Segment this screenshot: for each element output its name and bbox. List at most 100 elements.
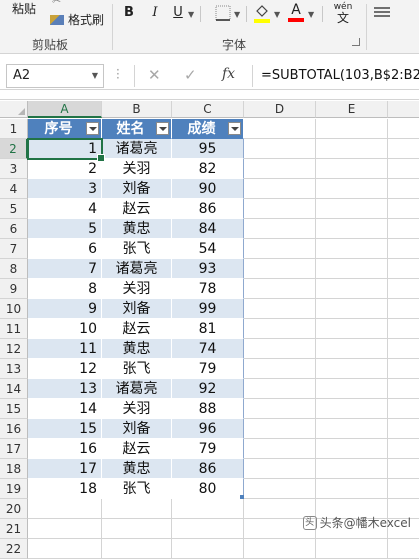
empty-cell[interactable] xyxy=(316,159,388,179)
serial-cell[interactable]: 7 xyxy=(28,259,102,279)
empty-cell[interactable] xyxy=(244,439,316,459)
empty-cell[interactable] xyxy=(102,499,172,519)
row-header[interactable]: 16 xyxy=(0,419,28,439)
row-header[interactable]: 5 xyxy=(0,199,28,219)
empty-cell[interactable] xyxy=(28,499,102,519)
score-cell[interactable]: 86 xyxy=(172,199,244,219)
serial-cell[interactable]: 17 xyxy=(28,459,102,479)
serial-cell[interactable]: 11 xyxy=(28,339,102,359)
empty-cell[interactable] xyxy=(172,539,244,559)
table-header-cell[interactable]: 成绩 xyxy=(172,119,244,139)
name-cell[interactable]: 赵云 xyxy=(102,439,172,459)
row-header[interactable]: 19 xyxy=(0,479,28,499)
row-header[interactable]: 17 xyxy=(0,439,28,459)
serial-cell[interactable]: 5 xyxy=(28,219,102,239)
score-cell[interactable]: 92 xyxy=(172,379,244,399)
column-header-a[interactable]: A xyxy=(28,101,102,118)
empty-cell[interactable] xyxy=(244,119,316,139)
name-cell[interactable]: 关羽 xyxy=(102,399,172,419)
empty-cell[interactable] xyxy=(388,399,419,419)
underline-button[interactable]: U xyxy=(170,4,186,22)
column-header-d[interactable]: D xyxy=(244,101,316,118)
name-cell[interactable]: 诸葛亮 xyxy=(102,139,172,159)
row-header[interactable]: 13 xyxy=(0,359,28,379)
score-cell[interactable]: 96 xyxy=(172,419,244,439)
name-cell[interactable]: 刘备 xyxy=(102,179,172,199)
table-header-cell[interactable]: 姓名 xyxy=(102,119,172,139)
row-header[interactable]: 4 xyxy=(0,179,28,199)
font-color-button[interactable]: A xyxy=(288,3,304,23)
empty-cell[interactable] xyxy=(316,359,388,379)
score-cell[interactable]: 79 xyxy=(172,439,244,459)
empty-cell[interactable] xyxy=(388,279,419,299)
row-header[interactable]: 15 xyxy=(0,399,28,419)
empty-cell[interactable] xyxy=(244,359,316,379)
empty-cell[interactable] xyxy=(388,539,419,559)
row-header[interactable]: 20 xyxy=(0,499,28,519)
serial-cell[interactable]: 3 xyxy=(28,179,102,199)
serial-cell[interactable]: 10 xyxy=(28,319,102,339)
empty-cell[interactable] xyxy=(244,299,316,319)
phonetic-guide-button[interactable]: wén 文 xyxy=(332,2,354,24)
empty-cell[interactable] xyxy=(102,539,172,559)
empty-cell[interactable] xyxy=(316,199,388,219)
fill-color-button[interactable] xyxy=(254,3,270,23)
row-header[interactable]: 1 xyxy=(0,119,28,139)
column-header-c[interactable]: C xyxy=(172,101,244,118)
cancel-icon[interactable]: ✕ xyxy=(148,66,161,84)
underline-dropdown-icon[interactable]: ▼ xyxy=(188,10,194,19)
font-color-dropdown-icon[interactable]: ▼ xyxy=(308,10,314,19)
empty-cell[interactable] xyxy=(388,299,419,319)
serial-cell[interactable]: 16 xyxy=(28,439,102,459)
empty-cell[interactable] xyxy=(172,519,244,539)
font-dialog-launcher-icon[interactable] xyxy=(352,38,360,46)
score-cell[interactable]: 95 xyxy=(172,139,244,159)
bold-button[interactable]: B xyxy=(120,4,138,22)
empty-cell[interactable] xyxy=(244,259,316,279)
empty-cell[interactable] xyxy=(244,179,316,199)
column-header-b[interactable]: B xyxy=(102,101,172,118)
name-cell[interactable]: 赵云 xyxy=(102,319,172,339)
serial-cell[interactable]: 13 xyxy=(28,379,102,399)
empty-cell[interactable] xyxy=(388,159,419,179)
empty-cell[interactable] xyxy=(316,259,388,279)
score-cell[interactable]: 82 xyxy=(172,159,244,179)
empty-cell[interactable] xyxy=(316,299,388,319)
name-cell[interactable]: 张飞 xyxy=(102,359,172,379)
serial-cell[interactable]: 14 xyxy=(28,399,102,419)
empty-cell[interactable] xyxy=(388,139,419,159)
row-header[interactable]: 2 xyxy=(0,139,28,159)
empty-cell[interactable] xyxy=(244,159,316,179)
column-header-e[interactable]: E xyxy=(316,101,388,118)
name-box-dropdown-icon[interactable]: ▼ xyxy=(92,65,98,87)
empty-cell[interactable] xyxy=(244,339,316,359)
name-cell[interactable]: 诸葛亮 xyxy=(102,379,172,399)
enter-icon[interactable]: ✓ xyxy=(184,66,197,84)
name-cell[interactable]: 诸葛亮 xyxy=(102,259,172,279)
empty-cell[interactable] xyxy=(316,139,388,159)
empty-cell[interactable] xyxy=(388,439,419,459)
score-cell[interactable]: 86 xyxy=(172,459,244,479)
filter-dropdown-icon[interactable] xyxy=(86,122,99,135)
row-header[interactable]: 7 xyxy=(0,239,28,259)
name-cell[interactable]: 黄忠 xyxy=(102,459,172,479)
empty-cell[interactable] xyxy=(316,399,388,419)
empty-cell[interactable] xyxy=(244,479,316,499)
score-cell[interactable]: 80 xyxy=(172,479,244,499)
empty-cell[interactable] xyxy=(388,479,419,499)
name-cell[interactable]: 关羽 xyxy=(102,159,172,179)
name-cell[interactable]: 张飞 xyxy=(102,239,172,259)
serial-cell[interactable]: 12 xyxy=(28,359,102,379)
row-header[interactable]: 8 xyxy=(0,259,28,279)
score-cell[interactable]: 78 xyxy=(172,279,244,299)
empty-cell[interactable] xyxy=(28,539,102,559)
empty-cell[interactable] xyxy=(388,419,419,439)
serial-cell[interactable]: 18 xyxy=(28,479,102,499)
empty-cell[interactable] xyxy=(244,139,316,159)
score-cell[interactable]: 54 xyxy=(172,239,244,259)
empty-cell[interactable] xyxy=(244,199,316,219)
column-header-f[interactable] xyxy=(388,101,419,118)
score-cell[interactable]: 74 xyxy=(172,339,244,359)
empty-cell[interactable] xyxy=(172,499,244,519)
cut-icon[interactable]: ✂ xyxy=(52,0,61,7)
